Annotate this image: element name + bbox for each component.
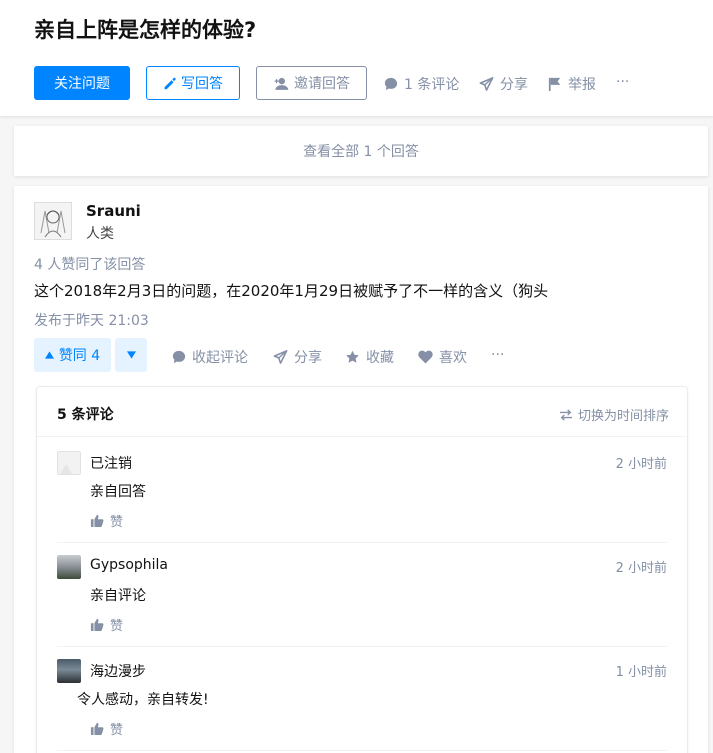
thumbs-up-icon [90, 722, 104, 735]
triangle-down-icon [126, 351, 136, 359]
question-comments-label: 1 条评论 [404, 77, 460, 93]
write-answer-label: 写回答 [181, 76, 223, 92]
comment-like-label: 赞 [110, 515, 124, 530]
comment-author[interactable]: 海边漫步 [90, 661, 146, 681]
collapse-comments-button[interactable]: 收起评论 [172, 347, 248, 367]
comment-icon [172, 350, 186, 364]
comment-text: 令人感动，亲自转发! [77, 692, 209, 708]
comments-count: 5 条评论 [57, 407, 114, 423]
sort-toggle-label: 切换为时间排序 [577, 409, 669, 424]
comment-avatar[interactable] [57, 555, 81, 579]
comment-item: 已注销 2 小时前 亲自回答 赞 [57, 439, 667, 543]
author-bio: 人类 [86, 226, 114, 242]
comments-panel: 5 条评论 切换为时间排序 已注销 2 小时前 亲自回答 赞 Gypsophil… [36, 386, 688, 753]
answer-more-button[interactable]: ··· [491, 347, 504, 363]
thumbs-up-icon [90, 514, 104, 527]
like-button[interactable]: 喜欢 [418, 347, 467, 367]
comment-author[interactable]: 已注销 [90, 453, 132, 473]
comment-like-button[interactable]: 赞 [90, 719, 123, 738]
collect-button[interactable]: 收藏 [345, 347, 394, 367]
comment-like-label: 赞 [110, 619, 124, 634]
report-label: 举报 [568, 77, 596, 93]
answer-card: Srauni 人类 4 人赞同了该回答 这个2018年2月3日的问题，在2020… [14, 186, 708, 753]
answer-more-label: ··· [491, 347, 505, 363]
write-answer-button[interactable]: 写回答 [146, 66, 240, 100]
invite-answer-button[interactable]: 邀请回答 [256, 66, 367, 100]
comment-like-button[interactable]: 赞 [90, 615, 123, 634]
comments-header: 5 条评论 切换为时间排序 [37, 387, 687, 437]
comment-time: 2 小时前 [615, 561, 667, 576]
comment-item: 海边漫步 1 小时前 令人感动，亲自转发! 赞 [57, 647, 667, 751]
comment-time: 2 小时前 [615, 457, 667, 472]
follow-question-label: 关注问题 [54, 76, 110, 92]
flag-icon [548, 77, 561, 91]
question-title: 亲自上阵是怎样的体验? [34, 18, 257, 42]
answer-share-button[interactable]: 分享 [273, 347, 322, 367]
comment-text: 亲自评论 [90, 588, 146, 604]
heart-icon [418, 350, 433, 364]
comment-author[interactable]: Gypsophila [90, 557, 168, 573]
view-all-answers-label: 查看全部 1 个回答 [303, 144, 419, 160]
report-button[interactable]: 举报 [548, 74, 596, 94]
collapse-comments-label: 收起评论 [192, 350, 248, 366]
comment-avatar[interactable] [57, 659, 81, 683]
sort-toggle-button[interactable]: 切换为时间排序 [559, 405, 669, 424]
question-share-label: 分享 [500, 77, 528, 93]
comment-text: 亲自回答 [90, 484, 146, 500]
add-user-icon [274, 77, 289, 90]
author-avatar[interactable] [34, 202, 72, 240]
publish-time[interactable]: 发布于昨天 21:03 [34, 310, 149, 330]
collect-label: 收藏 [366, 350, 394, 366]
question-comments-button[interactable]: 1 条评论 [384, 74, 459, 94]
comment-like-button[interactable]: 赞 [90, 511, 123, 530]
comment-icon [384, 77, 398, 91]
downvote-button[interactable] [115, 338, 147, 372]
follow-question-button[interactable]: 关注问题 [34, 66, 130, 100]
invite-answer-label: 邀请回答 [294, 76, 350, 92]
comment-avatar[interactable] [57, 451, 81, 475]
send-icon [273, 350, 288, 364]
question-share-button[interactable]: 分享 [479, 74, 528, 94]
comment-item: Gypsophila 2 小时前 亲自评论 赞 [57, 543, 667, 647]
triangle-up-icon [44, 351, 54, 359]
question-more-button[interactable]: ··· [616, 74, 629, 90]
upvote-label: 赞同 4 [58, 348, 101, 364]
author-name[interactable]: Srauni [86, 202, 141, 220]
send-icon [479, 77, 494, 91]
answer-share-label: 分享 [294, 350, 322, 366]
upvote-button[interactable]: 赞同 4 [34, 338, 111, 372]
pencil-icon [164, 76, 176, 89]
view-all-answers-button[interactable]: 查看全部 1 个回答 [14, 126, 708, 176]
comment-like-label: 赞 [110, 723, 124, 738]
question-header: 亲自上阵是怎样的体验? 关注问题 写回答 邀请回答 1 条评论 分享 举报 ··… [0, 0, 713, 116]
thumbs-up-icon [90, 618, 104, 631]
comment-time: 1 小时前 [615, 665, 667, 680]
swap-icon [559, 408, 572, 421]
question-more-label: ··· [616, 74, 630, 90]
answer-content: 这个2018年2月3日的问题，在2020年1月29日被赋予了不一样的含义（狗头 [34, 282, 549, 300]
like-label: 喜欢 [439, 350, 467, 366]
star-icon [346, 350, 359, 363]
vote-count-text[interactable]: 4 人赞同了该回答 [34, 254, 145, 274]
